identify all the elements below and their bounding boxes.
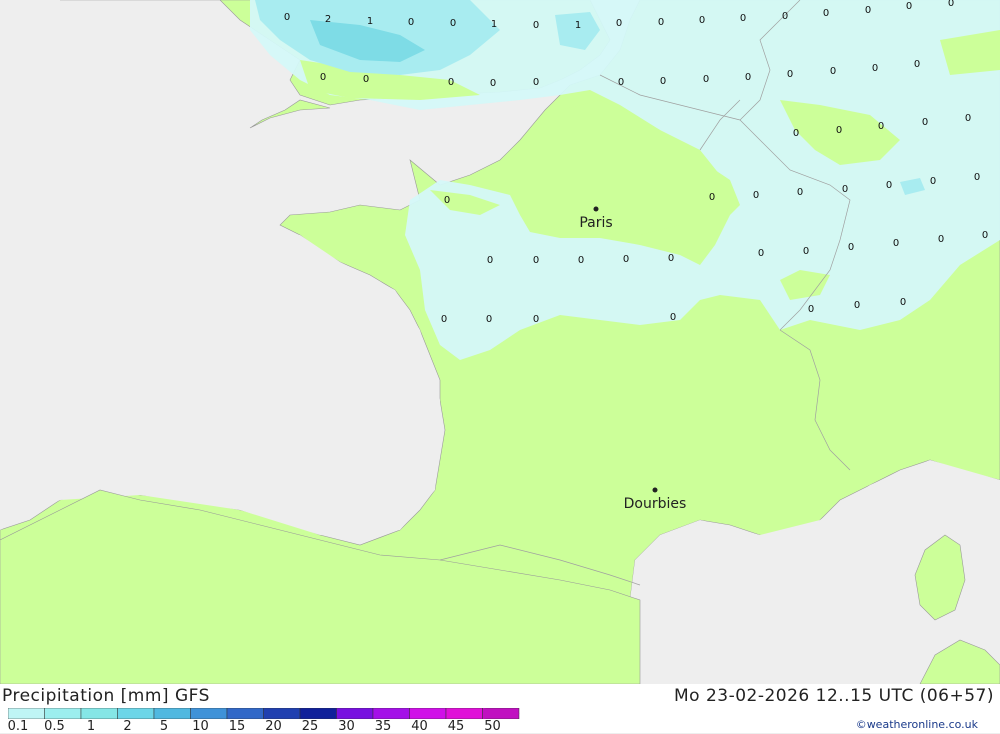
city-marker [593, 206, 599, 212]
scale-swatch [263, 708, 301, 719]
precip-value: 0 [878, 121, 884, 132]
scale-swatch [226, 708, 264, 719]
precip-value: 0 [793, 128, 799, 139]
precip-value: 0 [836, 125, 842, 136]
precip-value: 0 [842, 184, 848, 195]
precip-value: 0 [893, 238, 899, 249]
precip-value: 0 [930, 176, 936, 187]
city-marker [652, 487, 658, 493]
precip-value: 0 [448, 77, 454, 88]
scale-swatch [409, 708, 447, 719]
scale-tick-label: 30 [338, 719, 355, 734]
precip-value: 0 [886, 180, 892, 191]
precip-value: 0 [658, 17, 664, 28]
precip-value: 0 [797, 187, 803, 198]
scale-swatch [80, 708, 118, 719]
scale-tick-label: 35 [374, 719, 392, 734]
precip-value: 0 [745, 72, 751, 83]
credit-text: ©weatheronline.co.uk [855, 718, 978, 731]
precip-value: 0 [922, 117, 928, 128]
precip-value: 0 [982, 230, 988, 241]
precip-value: 0 [848, 242, 854, 253]
scale-tick-label: 50 [484, 719, 501, 734]
precip-value: 0 [808, 304, 814, 315]
scale-tick-label: 0.1 [7, 719, 29, 734]
scale-swatch [153, 708, 191, 719]
precip-value: 0 [787, 69, 793, 80]
precip-value: 0 [320, 72, 326, 83]
precip-value: 0 [872, 63, 878, 74]
precip-value: 2 [325, 14, 331, 25]
scale-tick-label: 10 [192, 719, 209, 734]
precip-value: 0 [284, 12, 290, 23]
scale-swatch [299, 708, 337, 719]
city-label-dourbies: Dourbies [624, 496, 687, 512]
scale-tick-label: 0.5 [44, 719, 65, 734]
precip-value: 0 [758, 248, 764, 259]
scale-swatch [117, 708, 155, 719]
precip-value: 0 [578, 255, 584, 266]
precip-value: 0 [441, 314, 447, 325]
precip-value: 0 [533, 20, 539, 31]
precip-value: 0 [709, 192, 715, 203]
scale-swatch [8, 708, 45, 719]
map-datetime: Mo 23-02-2026 12..15 UTC (06+57) [673, 686, 994, 706]
scale-tick-label: 20 [265, 719, 282, 734]
scale-swatch [336, 708, 374, 719]
precip-value: 0 [854, 300, 860, 311]
precip-value: 0 [782, 11, 788, 22]
precip-value: 0 [753, 190, 759, 201]
precip-value: 0 [740, 13, 746, 24]
precip-value: 0 [803, 246, 809, 257]
color-scale [8, 708, 520, 719]
precip-value: 0 [660, 76, 666, 87]
precip-value: 0 [363, 74, 369, 85]
precip-value: 0 [668, 253, 674, 264]
precip-value: 0 [670, 312, 676, 323]
precip-value: 0 [948, 0, 954, 9]
scale-swatch [44, 708, 82, 719]
scale-tick-label: 2 [123, 719, 132, 734]
precip-value: 0 [900, 297, 906, 308]
precip-value: 0 [533, 77, 539, 88]
precip-value: 0 [699, 15, 705, 26]
scale-tick-label: 40 [411, 719, 428, 734]
scale-tick-label: 5 [159, 719, 169, 734]
map-title: Precipitation [mm] GFS [2, 686, 210, 706]
precip-value: 0 [616, 18, 622, 29]
precip-value: 0 [938, 234, 944, 245]
precip-value: 0 [914, 59, 920, 70]
precip-value: 0 [450, 18, 456, 29]
precip-value: 0 [533, 255, 539, 266]
precip-value: 0 [823, 8, 829, 19]
precip-value: 0 [408, 17, 414, 28]
scale-tick-label: 45 [447, 719, 465, 734]
precip-value: 0 [865, 5, 871, 16]
precip-value: 0 [618, 77, 624, 88]
precip-value: 0 [974, 172, 980, 183]
scale-tick-label: 15 [228, 719, 246, 734]
precip-value: 0 [533, 314, 539, 325]
precip-value: 0 [444, 195, 450, 206]
legend-bar: Precipitation [mm] GFS Mo 23-02-2026 12.… [0, 684, 1000, 734]
precip-value: 0 [830, 66, 836, 77]
scale-tick-label: 25 [301, 719, 319, 734]
precip-value: 0 [906, 1, 912, 12]
city-label-paris: Paris [579, 215, 612, 231]
precip-value: 0 [486, 314, 492, 325]
precip-value: 1 [575, 20, 581, 31]
precip-value: 0 [623, 254, 629, 265]
scale-tick-label: 1 [86, 719, 96, 734]
precipitation-map: 0 2 1 0 0 1 0 1 0 0 0 0 0 0 0 0 0 0 0 0 0 0 0 0 0 0 0 0 0 0 0 0 0 0 0 0 0 0 0 0… [0, 0, 1000, 684]
scale-swatch [372, 708, 410, 719]
precip-value: 1 [367, 16, 373, 27]
precip-value: 0 [703, 74, 709, 85]
scale-swatch [190, 708, 228, 719]
precip-value: 0 [965, 113, 971, 124]
precip-value: 1 [491, 19, 497, 30]
precip-value: 0 [490, 78, 496, 89]
scale-swatch [445, 708, 483, 719]
precip-value: 0 [487, 255, 493, 266]
